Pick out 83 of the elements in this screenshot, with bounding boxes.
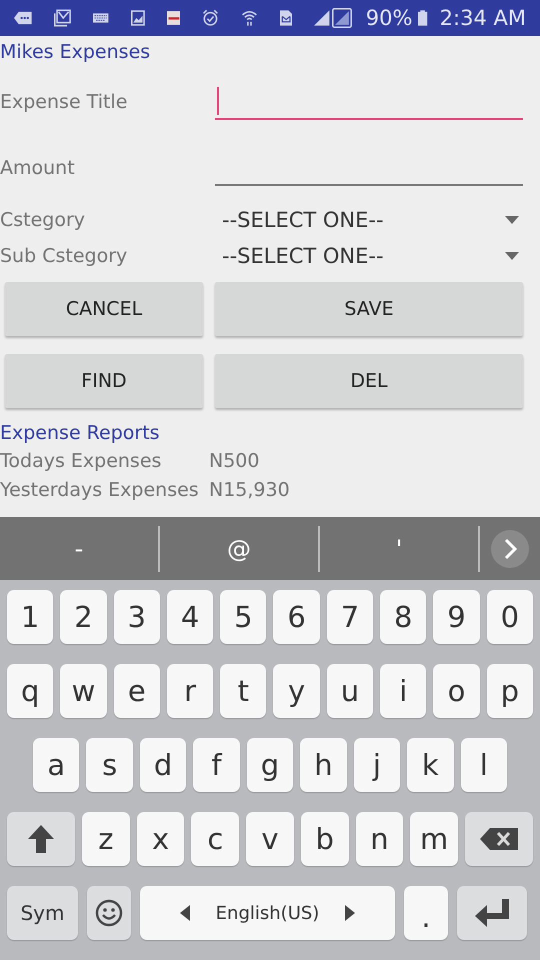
dropdown[interactable]: --SELECT ONE-- [215,202,523,238]
key[interactable]: y [273,664,320,718]
app-icon [166,9,180,27]
next-icon[interactable] [491,530,529,568]
enter-icon [475,899,509,927]
key[interactable]: m [410,812,458,866]
report-label: Todays Expenses [0,450,162,472]
emoji-key[interactable] [87,886,131,940]
emoji-icon [95,899,123,927]
key[interactable]: b [300,812,349,866]
report-value: N500 [209,450,260,472]
enter-key[interactable] [457,886,527,940]
backspace-key[interactable] [465,812,534,866]
suggestion[interactable]: @ [227,534,251,562]
key[interactable]: 3 [114,590,160,644]
key[interactable]: x [136,812,184,866]
action-button[interactable]: DEL [215,354,523,408]
dropdown-arrow-icon [505,216,519,224]
report-value: N15,930 [209,478,290,500]
key[interactable]: h [300,738,347,792]
field-label: Expense Title [0,91,128,113]
action-button[interactable]: FIND [5,354,203,408]
app-title: Mikes Expenses [0,41,150,63]
key[interactable]: 5 [220,590,266,644]
key[interactable]: a [33,738,80,792]
key[interactable]: 9 [433,590,480,644]
key[interactable]: l [460,738,507,792]
shift-icon [28,825,54,853]
key[interactable]: p [486,664,533,718]
key[interactable]: d [140,738,186,792]
dropdown[interactable]: --SELECT ONE-- [215,238,523,274]
key[interactable]: w [60,664,107,718]
message-icon [280,8,292,28]
report-label: Yesterdays Expenses [0,478,199,500]
key[interactable]: k [407,738,454,792]
right-arrow-icon[interactable] [345,905,356,921]
mail-icon [54,7,72,29]
key[interactable]: g [246,738,294,792]
action-button[interactable]: SAVE [215,282,523,336]
key[interactable]: e [114,664,160,718]
section-title: Expense Reports [0,422,160,444]
key[interactable]: s [86,738,133,792]
key[interactable]: 6 [273,590,320,644]
key[interactable]: q [7,664,54,718]
key[interactable]: c [191,812,240,866]
key[interactable]: t [220,664,266,718]
key[interactable]: 8 [380,590,426,644]
key[interactable]: 0 [486,590,533,644]
key[interactable]: z [82,812,130,866]
key[interactable]: n [356,812,404,866]
key[interactable]: r [166,664,214,718]
field-label: Sub Cstegory [0,245,128,267]
backspace-icon [480,828,518,850]
keyboard-icon [93,12,109,24]
field-label: Cstegory [0,209,86,231]
space-key[interactable]: English(US) [140,886,395,940]
battery-icon [418,8,428,28]
key[interactable]: 7 [326,590,374,644]
left-arrow-icon[interactable] [180,905,190,921]
key[interactable]: 1 [7,590,54,644]
clock-time: 2:34 AM [440,6,526,30]
key[interactable]: i [380,664,426,718]
symbol-key[interactable]: Sym [7,886,78,940]
signal-icon [332,5,352,31]
suggestion[interactable]: ' [396,534,402,562]
dropdown-arrow-icon [505,252,519,260]
field-label: Amount [0,157,75,179]
key[interactable]: v [246,812,294,866]
key[interactable]: 2 [60,590,107,644]
action-button[interactable]: CANCEL [5,282,203,336]
key[interactable]: j [354,738,400,792]
more-icon [14,9,32,27]
shift-key[interactable] [7,812,75,866]
period-key[interactable]: . [404,886,448,940]
key[interactable]: f [193,738,240,792]
input-field[interactable] [215,84,523,120]
key[interactable]: u [326,664,374,718]
suggestion[interactable]: - [74,534,84,562]
key[interactable]: 4 [166,590,214,644]
image-icon [130,8,145,28]
key[interactable]: o [433,664,480,718]
signal-icon [314,8,330,28]
battery-percent: 90% [366,6,412,30]
